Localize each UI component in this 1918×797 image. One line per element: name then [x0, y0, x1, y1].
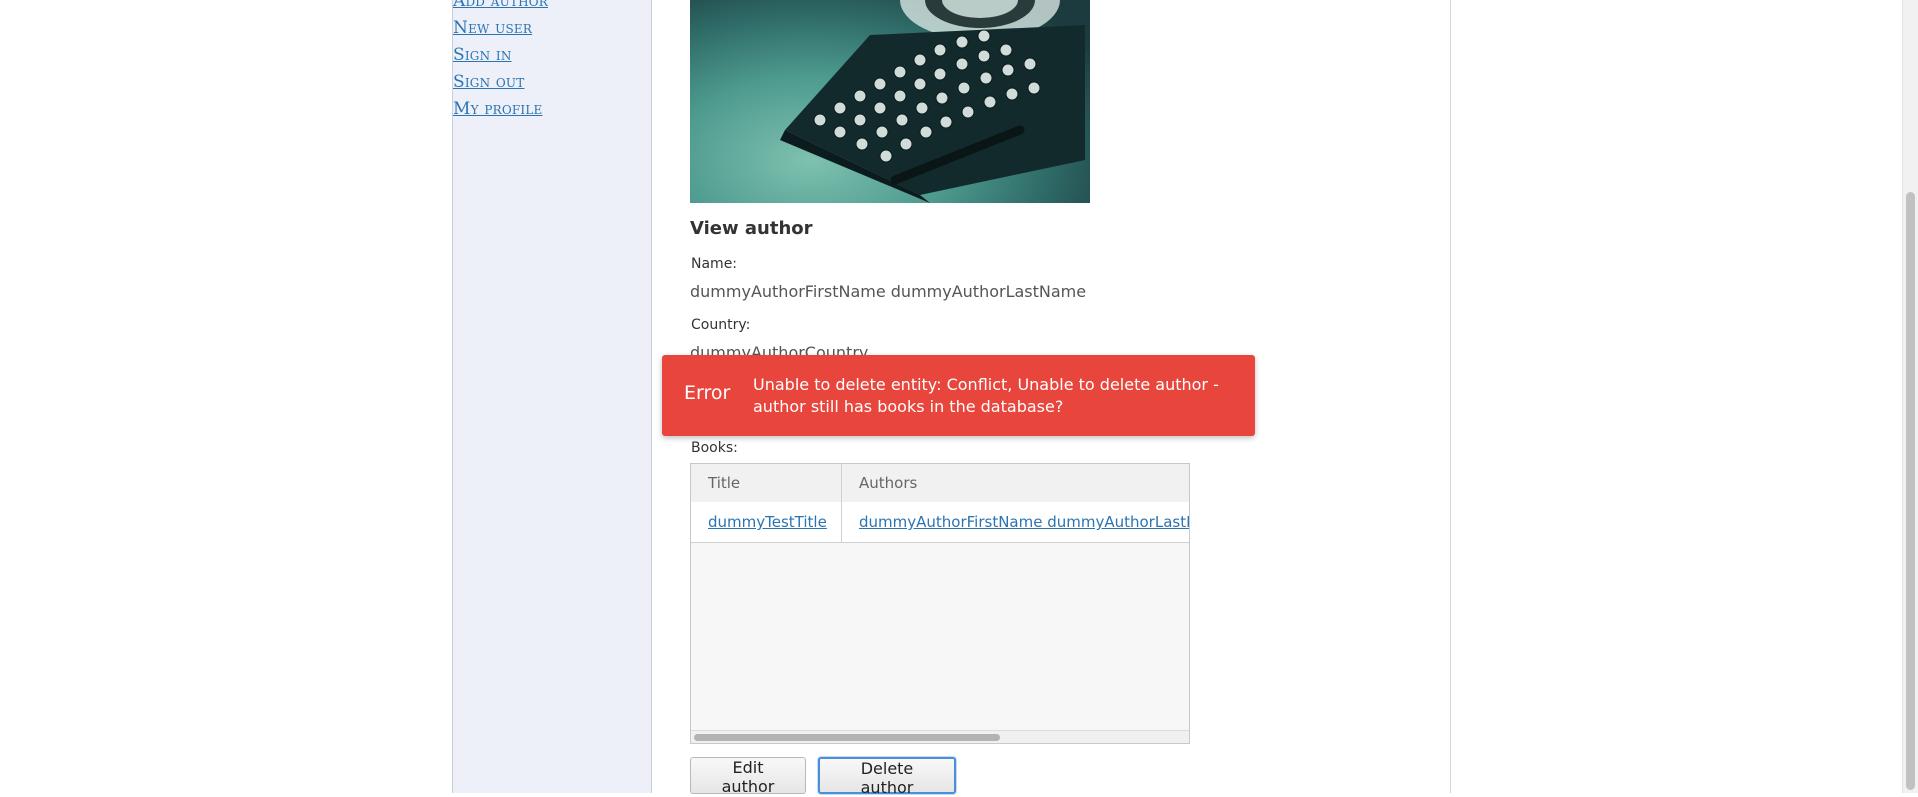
edit-author-button[interactable]: Edit author	[690, 757, 806, 796]
sidebar-nav: Add author New user Sign in Sign out My …	[453, 0, 548, 122]
page-scroll-thumb[interactable]	[1906, 192, 1915, 790]
sidebar-item-my-profile[interactable]: My profile	[453, 99, 542, 119]
error-toast[interactable]: Error Unable to delete entity: Conflict,…	[662, 355, 1255, 436]
sidebar-item-add-author[interactable]: Add author	[453, 0, 548, 11]
sidebar-item-sign-in[interactable]: Sign in	[453, 45, 512, 65]
grid-header: Title Authors	[691, 464, 1189, 503]
grid-horizontal-scrollbar[interactable]	[691, 730, 1189, 743]
column-header-authors[interactable]: Authors	[842, 464, 1189, 502]
sidebar-item-new-user[interactable]: New user	[453, 18, 532, 38]
column-header-title[interactable]: Title	[691, 464, 842, 502]
cell-title: dummyTestTitle	[691, 502, 842, 542]
name-label: Name:	[691, 256, 738, 272]
page-scrollbar[interactable]	[1902, 0, 1918, 793]
typewriter-image	[690, 0, 1090, 203]
country-label: Country:	[691, 317, 751, 333]
sidebar: Add author New user Sign in Sign out My …	[452, 0, 652, 793]
book-title-link[interactable]: dummyTestTitle	[708, 513, 827, 531]
book-author-link[interactable]: dummyAuthorFirstName dummyAuthorLastName	[859, 513, 1189, 531]
table-row: dummyTestTitle dummyAuthorFirstName dumm…	[691, 502, 1189, 543]
delete-author-button[interactable]: Delete author	[818, 757, 956, 797]
books-grid: Title Authors dummyTestTitle dummyAuthor…	[690, 463, 1190, 744]
grid-scroll-thumb[interactable]	[694, 734, 1000, 741]
toast-message: Unable to delete entity: Conflict, Unabl…	[753, 375, 1219, 416]
cell-authors: dummyAuthorFirstName dummyAuthorLastName	[842, 502, 1189, 542]
name-value: dummyAuthorFirstName dummyAuthorLastName	[690, 282, 1087, 301]
sidebar-item-sign-out[interactable]: Sign out	[453, 72, 524, 92]
books-label: Books:	[691, 440, 738, 456]
toast-title: Error	[684, 382, 731, 404]
page-title: View author	[690, 218, 813, 239]
